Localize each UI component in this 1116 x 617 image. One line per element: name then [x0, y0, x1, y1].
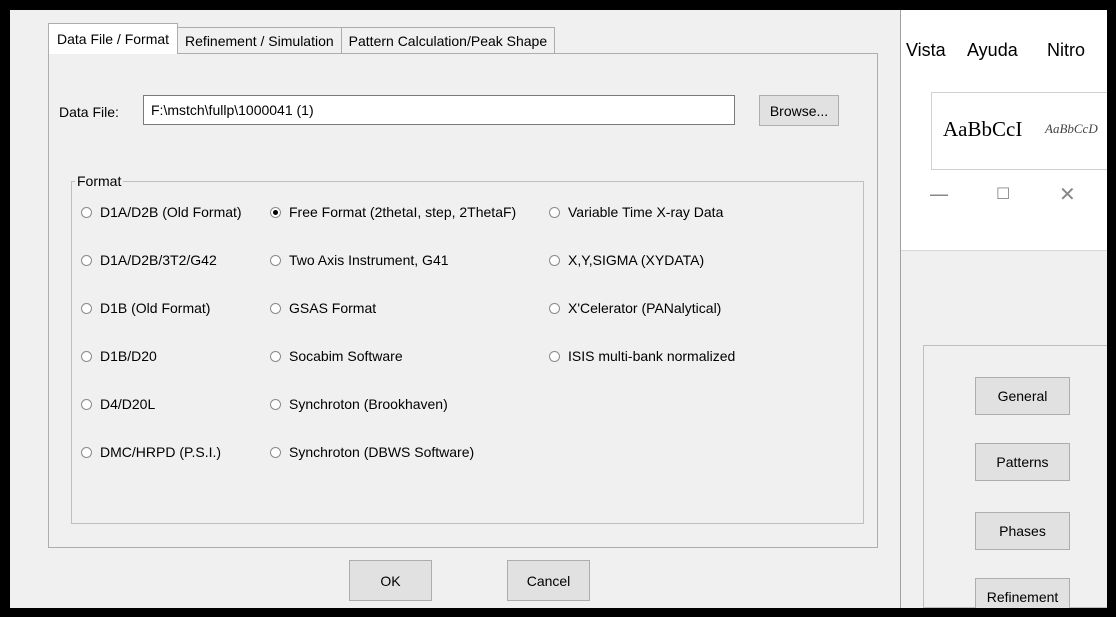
menu-bar: Vista Ayuda Nitro — [901, 10, 1107, 75]
radio-button[interactable] — [81, 446, 92, 458]
radio-button[interactable] — [81, 398, 92, 410]
radio-d1b-d20[interactable]: D1B/D20 — [81, 348, 157, 364]
general-button[interactable]: General — [975, 377, 1070, 415]
radio-label: Synchroton (Brookhaven) — [289, 396, 448, 412]
radio-button[interactable] — [549, 302, 560, 314]
side-button-panel: General Patterns Phases Refinement — [923, 345, 1107, 608]
radio-d1b-old[interactable]: D1B (Old Format) — [81, 300, 210, 316]
close-icon[interactable]: ✕ — [1059, 182, 1076, 206]
maximize-icon[interactable]: ☐ — [996, 184, 1010, 203]
minimize-icon[interactable]: — — [929, 182, 949, 206]
phases-button[interactable]: Phases — [975, 512, 1070, 550]
radio-button[interactable] — [270, 302, 281, 314]
radio-label: Synchroton (DBWS Software) — [289, 444, 475, 460]
radio-button[interactable] — [81, 206, 92, 218]
ok-button[interactable]: OK — [349, 560, 432, 601]
radio-label: X'Celerator (PANalytical) — [568, 300, 722, 316]
radio-button[interactable] — [270, 254, 281, 266]
radio-label: X,Y,SIGMA (XYDATA) — [568, 252, 705, 268]
data-file-dialog: Data File / Format Refinement / Simulati… — [10, 10, 901, 608]
tab-panel-data-file-format: Data File: Browse... Format D1A/D2B (Old… — [48, 53, 878, 548]
radio-button-selected[interactable] — [270, 206, 281, 218]
radio-d1a-d2b-old[interactable]: D1A/D2B (Old Format) — [81, 204, 242, 220]
radio-label: DMC/HRPD (P.S.I.) — [100, 444, 222, 460]
radio-d4-d20l[interactable]: D4/D20L — [81, 396, 155, 412]
window-controls: — ☐ ✕ — [901, 170, 1107, 251]
style-sample-normal[interactable]: AaBbCcI — [943, 117, 1022, 142]
radio-label: Two Axis Instrument, G41 — [289, 252, 449, 268]
radio-button[interactable] — [549, 254, 560, 266]
radio-button[interactable] — [81, 350, 92, 362]
radio-xy-sigma[interactable]: X,Y,SIGMA (XYDATA) — [549, 252, 704, 268]
format-group-legend: Format — [75, 173, 124, 189]
radio-button[interactable] — [549, 350, 560, 362]
tab-bar: Data File / Format Refinement / Simulati… — [48, 23, 556, 54]
radio-label: D1B (Old Format) — [100, 300, 211, 316]
radio-label: Free Format (2thetaI, step, 2ThetaF) — [289, 204, 517, 220]
radio-two-axis-g41[interactable]: Two Axis Instrument, G41 — [270, 252, 449, 268]
patterns-button[interactable]: Patterns — [975, 443, 1070, 481]
radio-d1a-d2b-3t2-g42[interactable]: D1A/D2B/3T2/G42 — [81, 252, 217, 268]
radio-button[interactable] — [270, 350, 281, 362]
radio-label: D1A/D2B (Old Format) — [100, 204, 242, 220]
radio-label: D4/D20L — [100, 396, 156, 412]
radio-button[interactable] — [270, 446, 281, 458]
tab-data-file-format[interactable]: Data File / Format — [48, 23, 179, 54]
radio-button[interactable] — [81, 254, 92, 266]
radio-label: D1A/D2B/3T2/G42 — [100, 252, 217, 268]
style-gallery[interactable]: AaBbCcI AaBbCcD — [931, 92, 1107, 170]
radio-label: Variable Time X-ray Data — [568, 204, 724, 220]
radio-synchroton-dbws[interactable]: Synchroton (DBWS Software) — [270, 444, 474, 460]
radio-label: ISIS multi-bank normalized — [568, 348, 736, 364]
browse-button[interactable]: Browse... — [759, 95, 839, 126]
menu-vista[interactable]: Vista — [906, 40, 946, 61]
radio-socabim[interactable]: Socabim Software — [270, 348, 403, 364]
menu-nitro[interactable]: Nitro — [1047, 40, 1085, 61]
radio-xcelerator[interactable]: X'Celerator (PANalytical) — [549, 300, 721, 316]
background-window: Vista Ayuda Nitro AaBbCcI AaBbCcD — ☐ ✕ … — [901, 10, 1107, 608]
data-file-label: Data File: — [59, 104, 119, 120]
radio-isis-multibank[interactable]: ISIS multi-bank normalized — [549, 348, 735, 364]
radio-label: GSAS Format — [289, 300, 377, 316]
radio-button[interactable] — [270, 398, 281, 410]
cancel-button[interactable]: Cancel — [507, 560, 590, 601]
radio-button[interactable] — [549, 206, 560, 218]
radio-free-format[interactable]: Free Format (2thetaI, step, 2ThetaF) — [270, 204, 516, 220]
screenshot-frame: Data File / Format Refinement / Simulati… — [10, 10, 1107, 608]
radio-variable-time-xray[interactable]: Variable Time X-ray Data — [549, 204, 723, 220]
data-file-input[interactable] — [143, 95, 735, 125]
radio-synchroton-brookhaven[interactable]: Synchroton (Brookhaven) — [270, 396, 448, 412]
radio-button[interactable] — [81, 302, 92, 314]
radio-label: Socabim Software — [289, 348, 403, 364]
tab-pattern-calculation[interactable]: Pattern Calculation/Peak Shape — [340, 27, 556, 54]
style-sample-italic[interactable]: AaBbCcD — [1045, 121, 1098, 137]
radio-gsas-format[interactable]: GSAS Format — [270, 300, 376, 316]
format-group: Format D1A/D2B (Old Format) D1A/D2B/3T2/… — [71, 173, 864, 524]
tab-refinement-simulation[interactable]: Refinement / Simulation — [177, 27, 342, 54]
radio-dmc-hrpd[interactable]: DMC/HRPD (P.S.I.) — [81, 444, 221, 460]
menu-ayuda[interactable]: Ayuda — [967, 40, 1018, 61]
radio-label: D1B/D20 — [100, 348, 157, 364]
refinement-button[interactable]: Refinement — [975, 578, 1070, 608]
